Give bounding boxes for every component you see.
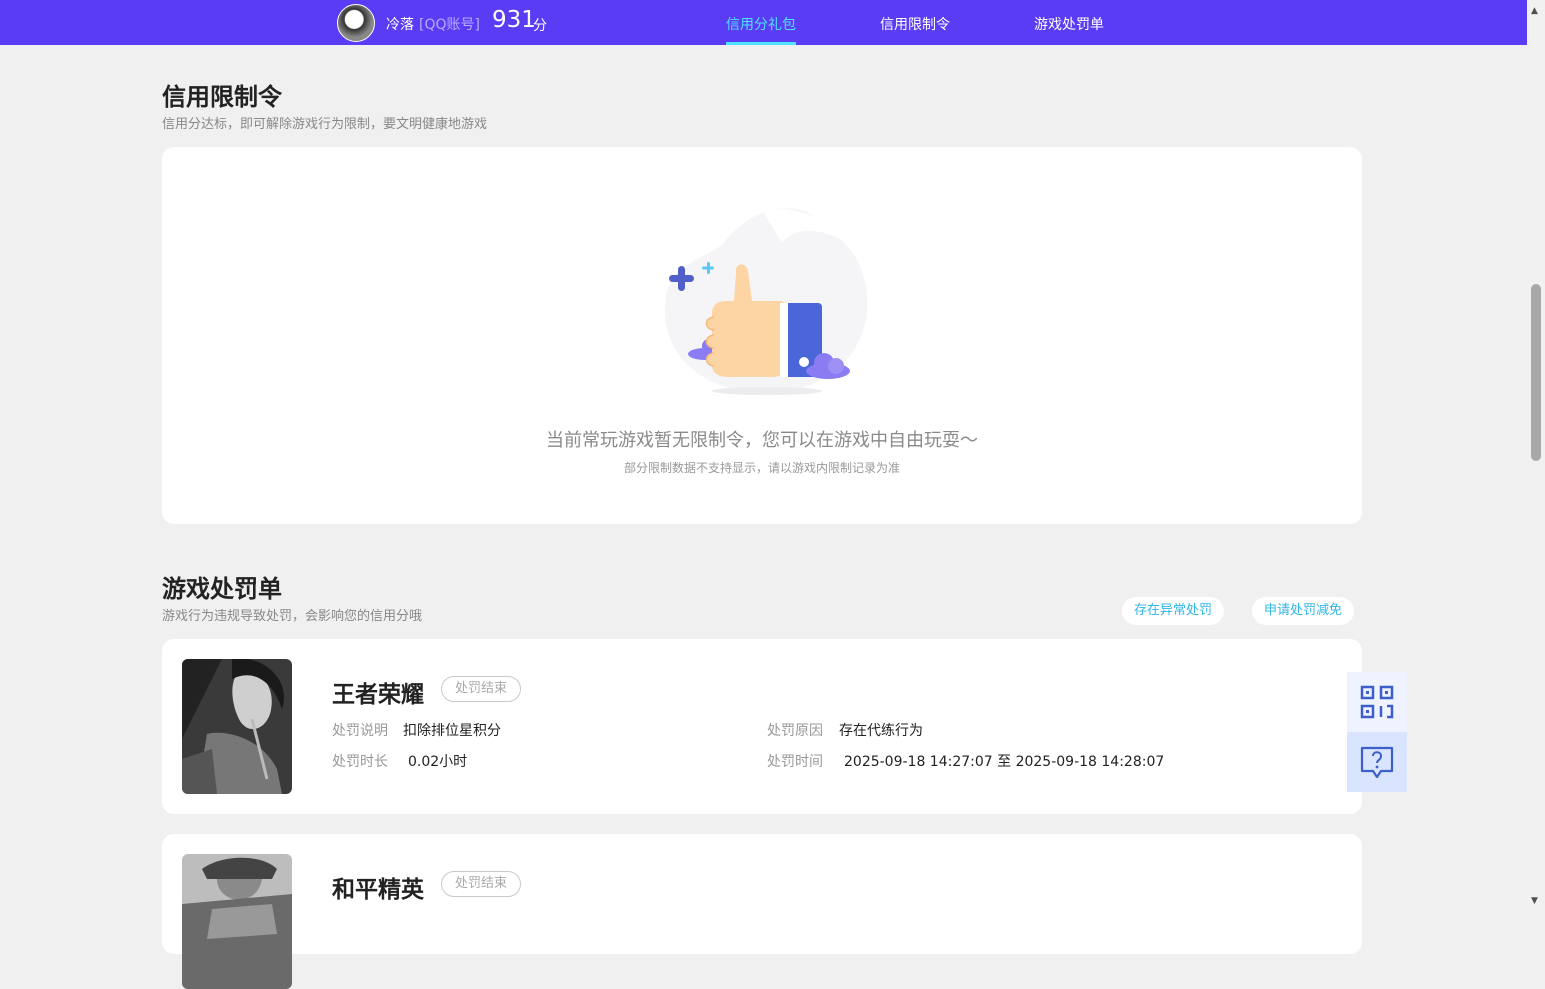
penalty-subtitle: 游戏行为违规导致处罚，会影响您的信用分哦 — [162, 609, 423, 624]
scroll-up-arrow-icon[interactable]: ▲ — [1531, 6, 1538, 16]
floating-side-tools — [1347, 672, 1407, 792]
penalty-reason-label: 处罚原因 — [767, 723, 823, 739]
scrollbar-thumb[interactable] — [1531, 284, 1541, 461]
account-type: [QQ账号] — [419, 17, 480, 33]
qr-code-icon — [1360, 685, 1394, 719]
game-cover-image — [182, 854, 292, 989]
top-header-bar: 冷落 [QQ账号] 931 分 信用分礼包 信用限制令 游戏处罚单 — [0, 0, 1527, 45]
game-name: 和平精英 — [332, 877, 424, 903]
penalty-desc-label: 处罚说明 — [332, 723, 388, 739]
abnormal-penalty-button[interactable]: 存在异常处罚 — [1122, 597, 1225, 625]
thumbs-up-illustration — [664, 208, 868, 395]
empty-state-note: 部分限制数据不支持显示，请以游戏内限制记录为准 — [623, 461, 900, 475]
penalty-reduction-button[interactable]: 申请处罚减免 — [1252, 597, 1355, 625]
game-name: 王者荣耀 — [332, 682, 424, 708]
penalty-desc-value: 扣除排位星积分 — [403, 723, 501, 739]
penalty-card-peacekeeper-elite: 和平精英 处罚结束 — [162, 834, 1362, 989]
empty-state-message: 当前常玩游戏暂无限制令，您可以在游戏中自由玩耍～ — [546, 430, 978, 451]
avatar[interactable] — [337, 4, 375, 42]
penalty-time-label: 处罚时间 — [767, 754, 823, 770]
restriction-card: 当前常玩游戏暂无限制令，您可以在游戏中自由玩耍～ 部分限制数据不支持显示，请以游… — [162, 147, 1362, 524]
status-badge: 处罚结束 — [441, 676, 522, 702]
penalty-duration-label: 处罚时长 — [332, 754, 388, 770]
game-cover-image — [182, 659, 292, 794]
status-badge: 处罚结束 — [441, 871, 522, 897]
penalty-card-honor-of-kings: 王者荣耀 处罚结束 处罚说明 扣除排位星积分 处罚原因 存在代练行为 处罚时长 … — [162, 639, 1362, 814]
restriction-subtitle: 信用分达标，即可解除游戏行为限制，要文明健康地游戏 — [162, 117, 488, 132]
user-nickname: 冷落 — [386, 17, 414, 33]
penalty-time-value: 2025-09-18 14:27:07 至 2025-09-18 14:28:0… — [844, 754, 1165, 770]
nav-credit-gift[interactable]: 信用分礼包 — [726, 14, 796, 34]
penalty-duration-value: 0.02小时 — [408, 754, 468, 770]
credit-score-unit: 分 — [533, 18, 547, 34]
restriction-title: 信用限制令 — [162, 83, 282, 111]
credit-score: 931 — [492, 7, 536, 33]
penalty-title: 游戏处罚单 — [162, 575, 282, 603]
nav-game-penalty[interactable]: 游戏处罚单 — [1034, 14, 1104, 34]
nav-active-indicator — [726, 42, 796, 45]
scroll-down-arrow-icon[interactable]: ▼ — [1531, 896, 1538, 906]
nav-credit-restriction[interactable]: 信用限制令 — [880, 14, 950, 34]
help-button[interactable] — [1347, 732, 1407, 792]
qr-code-button[interactable] — [1347, 672, 1407, 732]
penalty-reason-value: 存在代练行为 — [839, 723, 923, 739]
help-chat-icon — [1360, 746, 1394, 779]
